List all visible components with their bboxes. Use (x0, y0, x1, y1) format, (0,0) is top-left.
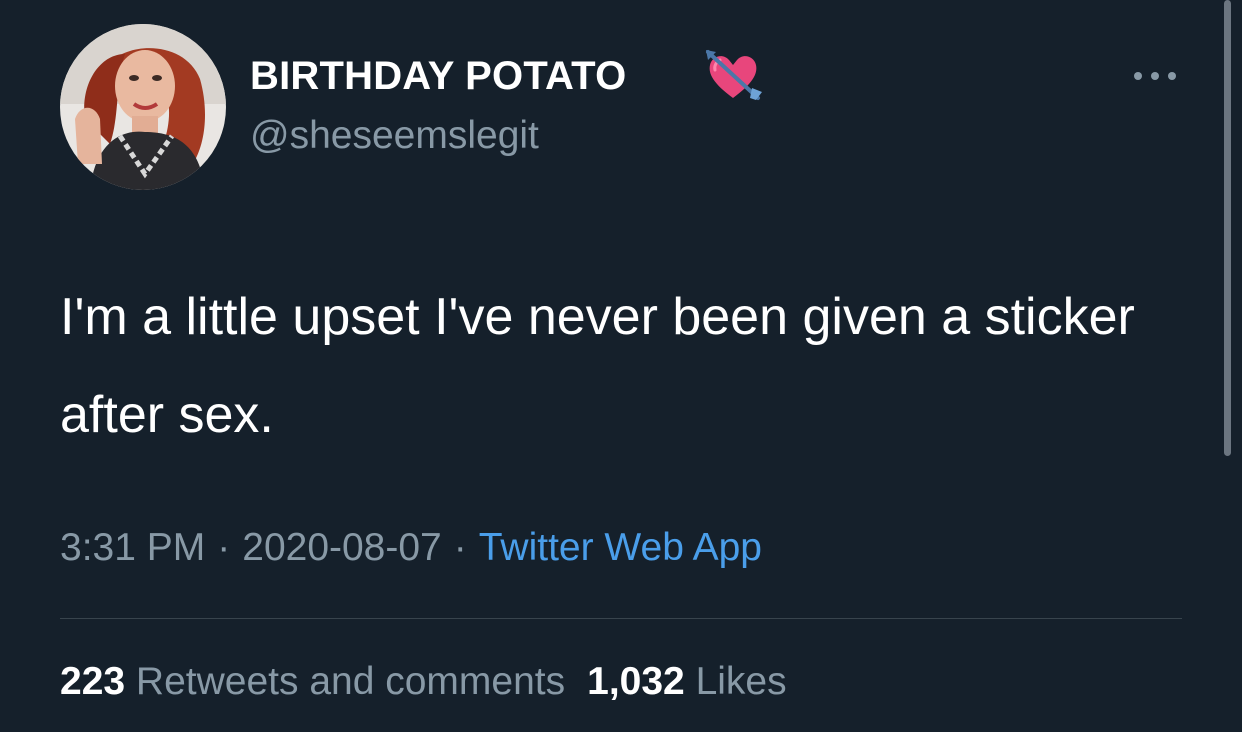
likes-count: 1,032 (587, 660, 685, 703)
divider (60, 618, 1182, 619)
meta-separator: · (453, 526, 467, 569)
likes-stat[interactable]: 1,032 Likes (587, 660, 787, 703)
retweets-count: 223 (60, 660, 126, 703)
display-name[interactable]: BIRTHDAY POTATO (250, 54, 626, 99)
tweet-card: BIRTHDAY POTATO @sheseemslegit I'm a lit… (0, 0, 1242, 732)
tweet-text: I'm a little upset I've never been given… (60, 288, 1135, 444)
retweets-label: Retweets and comments (135, 660, 566, 703)
more-options-icon[interactable] (1128, 66, 1182, 86)
avatar[interactable] (60, 24, 226, 190)
tweet-time[interactable]: 3:31 PM (60, 526, 205, 569)
user-handle[interactable]: @sheseemslegit (250, 114, 539, 158)
heart-with-arrow-icon (704, 48, 762, 104)
likes-label: Likes (695, 660, 787, 703)
scrollbar[interactable] (1224, 0, 1231, 456)
tweet-source-link[interactable]: Twitter Web App (479, 526, 762, 569)
engagement-stats: 223 Retweets and comments 1,032 Likes (60, 660, 787, 704)
tweet-metadata: 3:31 PM · 2020-08-07 · Twitter Web App (60, 526, 762, 570)
profile-photo (60, 24, 226, 190)
retweets-stat[interactable]: 223 Retweets and comments (60, 660, 565, 703)
meta-separator: · (217, 526, 231, 569)
tweet-date[interactable]: 2020-08-07 (242, 526, 442, 569)
